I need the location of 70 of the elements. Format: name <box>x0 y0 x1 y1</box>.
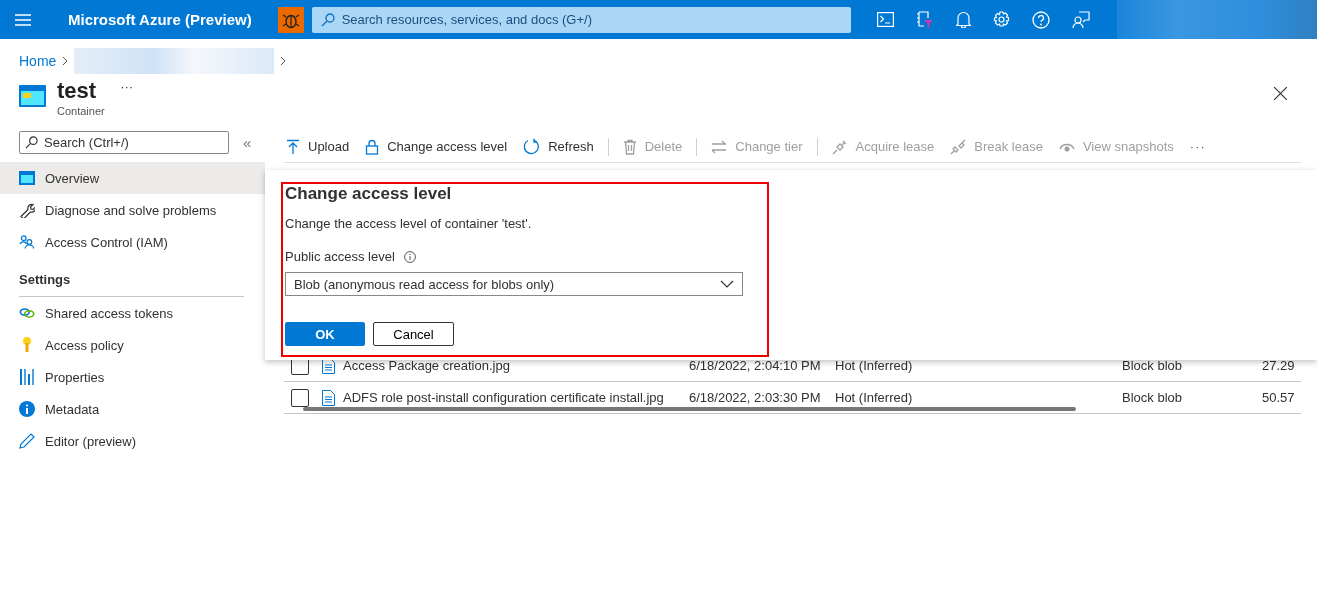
table-cell-text: Hot (Inferred) <box>835 390 914 405</box>
search-icon <box>320 12 335 27</box>
table-cell-text: 6/18/2022, 2:03:30 PM <box>689 390 822 405</box>
access-level-dropdown[interactable]: Blob (anonymous read access for blobs only) <box>285 272 743 296</box>
toolbar-button[interactable]: Change access level <box>363 138 510 155</box>
document-icon <box>322 389 335 406</box>
upload-icon <box>286 138 300 155</box>
more-button[interactable]: ··· <box>1187 139 1208 154</box>
ok-button[interactable]: OK <box>285 322 365 346</box>
link-rings-icon <box>19 307 35 319</box>
more-button[interactable]: ··· <box>120 79 134 95</box>
lock-icon <box>365 138 380 155</box>
info-icon <box>19 401 35 417</box>
sidebar-item[interactable]: Editor (preview) <box>0 425 265 457</box>
bug-icon[interactable] <box>277 6 304 33</box>
help-icon[interactable] <box>1031 10 1050 29</box>
file-name-link[interactable]: ADFS role post-install configuration certificate install.jpg <box>343 390 689 405</box>
sidebar-item[interactable]: Access Control (IAM) <box>0 226 265 258</box>
sidebar-item[interactable]: Properties <box>0 361 265 393</box>
resource-type: Container <box>57 105 106 117</box>
field-label: Public access level <box>285 249 395 264</box>
toolbar-button[interactable]: Upload <box>284 138 352 155</box>
feedback-person-icon[interactable] <box>1071 10 1090 29</box>
table-cell-text: Block blob <box>1122 390 1183 405</box>
section-heading: Settings <box>19 272 244 297</box>
pencil-icon <box>19 433 35 449</box>
terminal-icon[interactable] <box>876 12 894 27</box>
collapse-button[interactable]: « <box>243 134 252 151</box>
chevron-right-icon <box>280 56 287 66</box>
table-cell-text: Hot (Inferred) <box>835 358 914 373</box>
wrench-icon <box>19 202 35 218</box>
cancel-button[interactable]: Cancel <box>373 322 454 346</box>
toolbar-button[interactable]: Refresh <box>521 138 596 155</box>
sidebar-item[interactable]: Overview <box>0 162 265 194</box>
people-icon <box>19 234 35 250</box>
table-cell-text: 50.57 <box>1262 390 1296 405</box>
refresh-icon <box>523 138 541 155</box>
sidebar-item[interactable]: Diagnose and solve problems <box>0 194 265 226</box>
settings-icon[interactable] <box>992 11 1010 28</box>
chevron-right-icon <box>62 56 69 66</box>
table-cell-text: 27.29 <box>1262 358 1296 373</box>
sidebar-item[interactable]: Shared access tokens <box>0 297 265 329</box>
dialog-title: Change access level <box>285 184 453 204</box>
scrollbar[interactable] <box>303 407 1076 411</box>
container-icon <box>19 85 46 107</box>
dialog-description: Change the access level of container 'test'. <box>285 216 533 231</box>
bell-icon[interactable] <box>955 11 971 28</box>
info-icon[interactable] <box>403 250 416 263</box>
close-icon[interactable] <box>1274 87 1287 100</box>
breadcrumb-link[interactable]: Home <box>19 53 57 69</box>
plug-icon <box>831 138 848 155</box>
chevron-down-icon <box>720 280 734 288</box>
trash-icon <box>622 138 637 155</box>
file-name-link[interactable]: Access Package creation.jpg <box>343 358 689 373</box>
sidebar-item[interactable]: Metadata <box>0 393 265 425</box>
filter-book-icon[interactable] <box>915 10 934 29</box>
resource-title: test <box>57 79 97 103</box>
search-icon <box>25 136 38 149</box>
sidebar-item[interactable]: Access policy <box>0 329 265 361</box>
menu-icon[interactable] <box>15 13 31 26</box>
swap-arrows-icon <box>711 139 728 154</box>
search-field[interactable]: Search (Ctrl+/) <box>19 131 229 154</box>
table-cell-text: Block blob <box>1122 358 1183 373</box>
bars-icon <box>19 369 35 385</box>
search-field[interactable]: Search resources, services, and docs (G+/) <box>311 6 851 33</box>
row-checkbox[interactable] <box>291 388 309 407</box>
container-icon <box>19 171 35 185</box>
table-cell-text: 6/18/2022, 2:04:10 PM <box>689 358 822 373</box>
app-title[interactable]: Microsoft Azure (Preview) <box>68 11 252 28</box>
unplug-icon <box>950 138 967 155</box>
